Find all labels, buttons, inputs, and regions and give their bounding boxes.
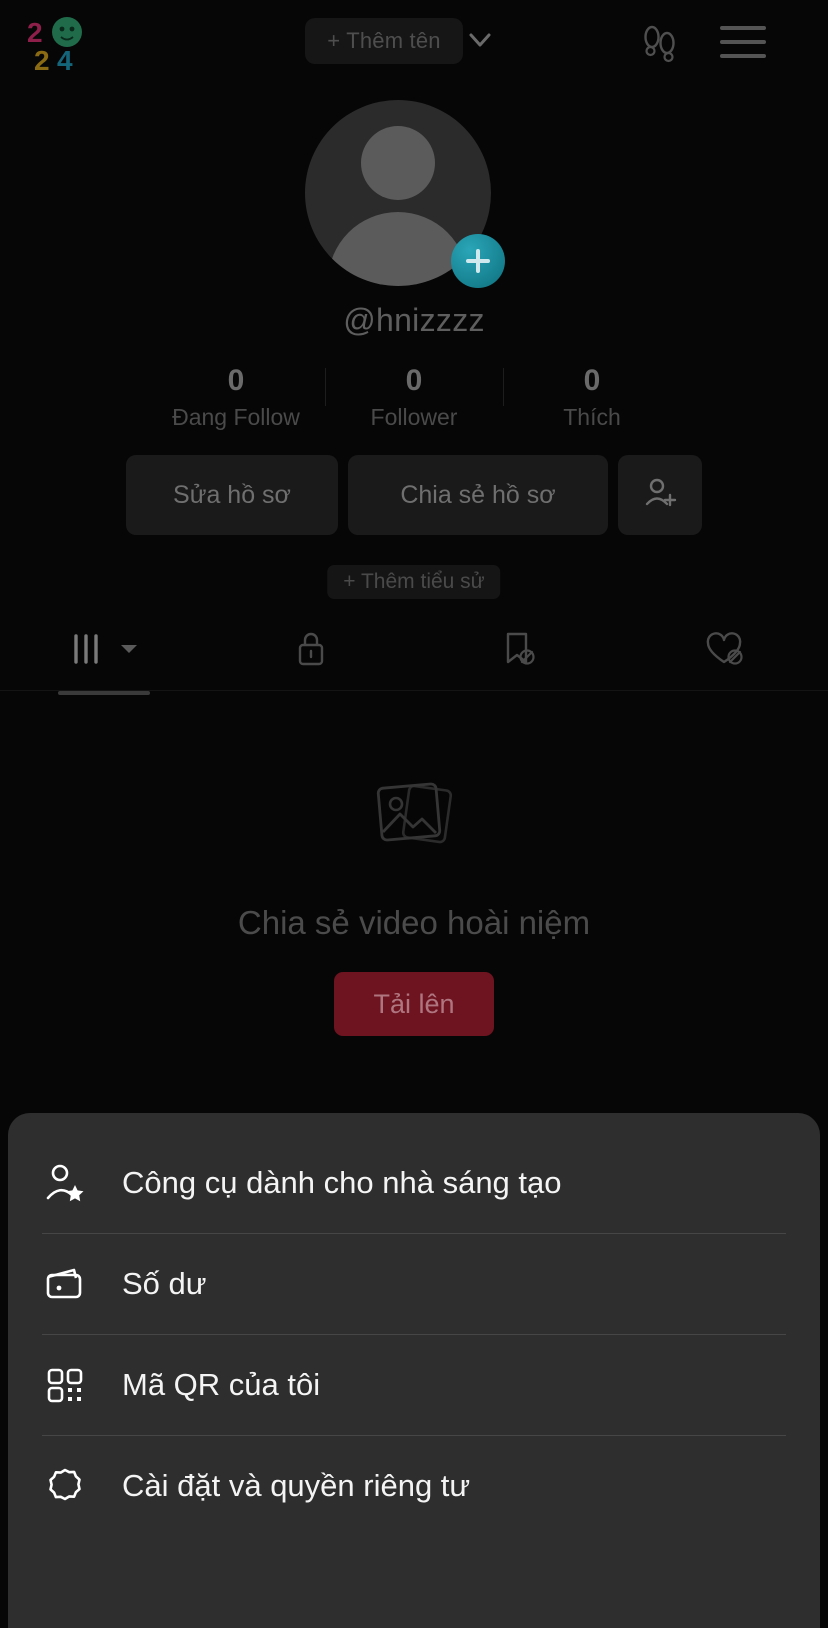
hamburger-line: [720, 40, 766, 44]
add-story-plus-icon[interactable]: [451, 234, 505, 288]
stat-likes[interactable]: 0 Thích: [503, 362, 681, 431]
add-friend-button[interactable]: [618, 455, 702, 535]
grid-icon: [69, 632, 109, 671]
stat-followers[interactable]: 0 Follower: [325, 362, 503, 431]
person-star-icon: [42, 1160, 88, 1206]
heart-hidden-icon: [704, 629, 746, 674]
svg-text:2: 2: [34, 45, 50, 74]
upload-button-label: Tải lên: [373, 988, 455, 1019]
edit-profile-label: Sửa hồ sơ: [173, 480, 291, 509]
empty-state-text: Chia sẻ video hoài niệm: [237, 904, 591, 941]
username: @hnizzzz: [343, 302, 485, 338]
stat-label: Đang Follow: [172, 404, 300, 430]
tab-saved[interactable]: [414, 615, 621, 687]
svg-text:2: 2: [27, 17, 43, 48]
stat-value: 0: [583, 364, 601, 397]
bottom-sheet-menu: Công cụ dành cho nhà sáng tạo Số dư Mã Q…: [8, 1113, 820, 1628]
add-bio-chip[interactable]: + Thêm tiểu sử: [327, 565, 501, 599]
tab-posts[interactable]: [0, 615, 207, 695]
profile-actions: Sửa hồ sơ Chia sẻ hồ sơ: [0, 455, 828, 535]
add-bio-label: + Thêm tiểu sử: [343, 570, 485, 593]
photo-stack-icon: [0, 770, 828, 860]
sheet-item-my-qr-code[interactable]: Mã QR của tôi: [42, 1334, 786, 1435]
lock-icon: [292, 629, 330, 674]
stat-label: Follower: [370, 404, 458, 430]
sheet-item-label: Mã QR của tôi: [122, 1366, 321, 1402]
tab-liked[interactable]: [621, 615, 828, 687]
avatar-body: [328, 212, 468, 286]
hamburger-menu-icon[interactable]: [720, 26, 766, 58]
add-name-chip[interactable]: + Thêm tên: [305, 18, 463, 64]
stat-value: 0: [405, 364, 423, 397]
profile-tabs: [0, 615, 828, 695]
sheet-item-label: Công cụ dành cho nhà sáng tạo: [122, 1164, 562, 1200]
share-profile-button[interactable]: Chia sẻ hồ sơ: [348, 455, 608, 535]
tabs-divider: [0, 690, 828, 691]
qr-code-icon: [42, 1362, 88, 1408]
empty-state: Chia sẻ video hoài niệm Tải lên: [0, 770, 828, 1036]
stat-value: 0: [227, 364, 245, 397]
screen: 2 2 4 + Thêm tên @hnizzzz 0 Đang Follow …: [0, 0, 828, 1628]
chevron-down-icon: [119, 642, 139, 661]
gear-icon: [42, 1463, 88, 1509]
year-2024-logo-icon: 2 2 4: [26, 12, 84, 76]
upload-button[interactable]: Tải lên: [334, 972, 494, 1036]
top-bar: 2 2 4 + Thêm tên: [0, 0, 828, 82]
svg-text:4: 4: [57, 45, 73, 74]
active-tab-indicator: [57, 691, 150, 695]
stat-following[interactable]: 0 Đang Follow: [147, 362, 325, 431]
tab-private[interactable]: [207, 615, 414, 687]
avatar[interactable]: [305, 100, 505, 288]
stat-label: Thích: [563, 404, 621, 430]
chevron-down-icon[interactable]: [468, 30, 492, 50]
sheet-item-label: Cài đặt và quyền riêng tư: [122, 1467, 471, 1503]
bookmark-hidden-icon: [498, 629, 538, 674]
sheet-item-label: Số dư: [122, 1265, 207, 1301]
add-name-label: + Thêm tên: [327, 28, 441, 53]
share-profile-label: Chia sẻ hồ sơ: [400, 480, 556, 509]
sheet-item-balance[interactable]: Số dư: [42, 1233, 786, 1334]
hamburger-line: [720, 54, 766, 58]
avatar-head: [361, 126, 435, 200]
hamburger-line: [720, 26, 766, 30]
sheet-item-settings-and-privacy[interactable]: Cài đặt và quyền riêng tư: [42, 1435, 786, 1536]
edit-profile-button[interactable]: Sửa hồ sơ: [126, 455, 338, 535]
wallet-icon: [42, 1261, 88, 1307]
stats-row: 0 Đang Follow 0 Follower 0 Thích: [0, 362, 828, 442]
sheet-item-creator-tools[interactable]: Công cụ dành cho nhà sáng tạo: [42, 1132, 786, 1233]
add-person-icon: [643, 475, 677, 516]
footprints-icon[interactable]: [637, 20, 681, 64]
